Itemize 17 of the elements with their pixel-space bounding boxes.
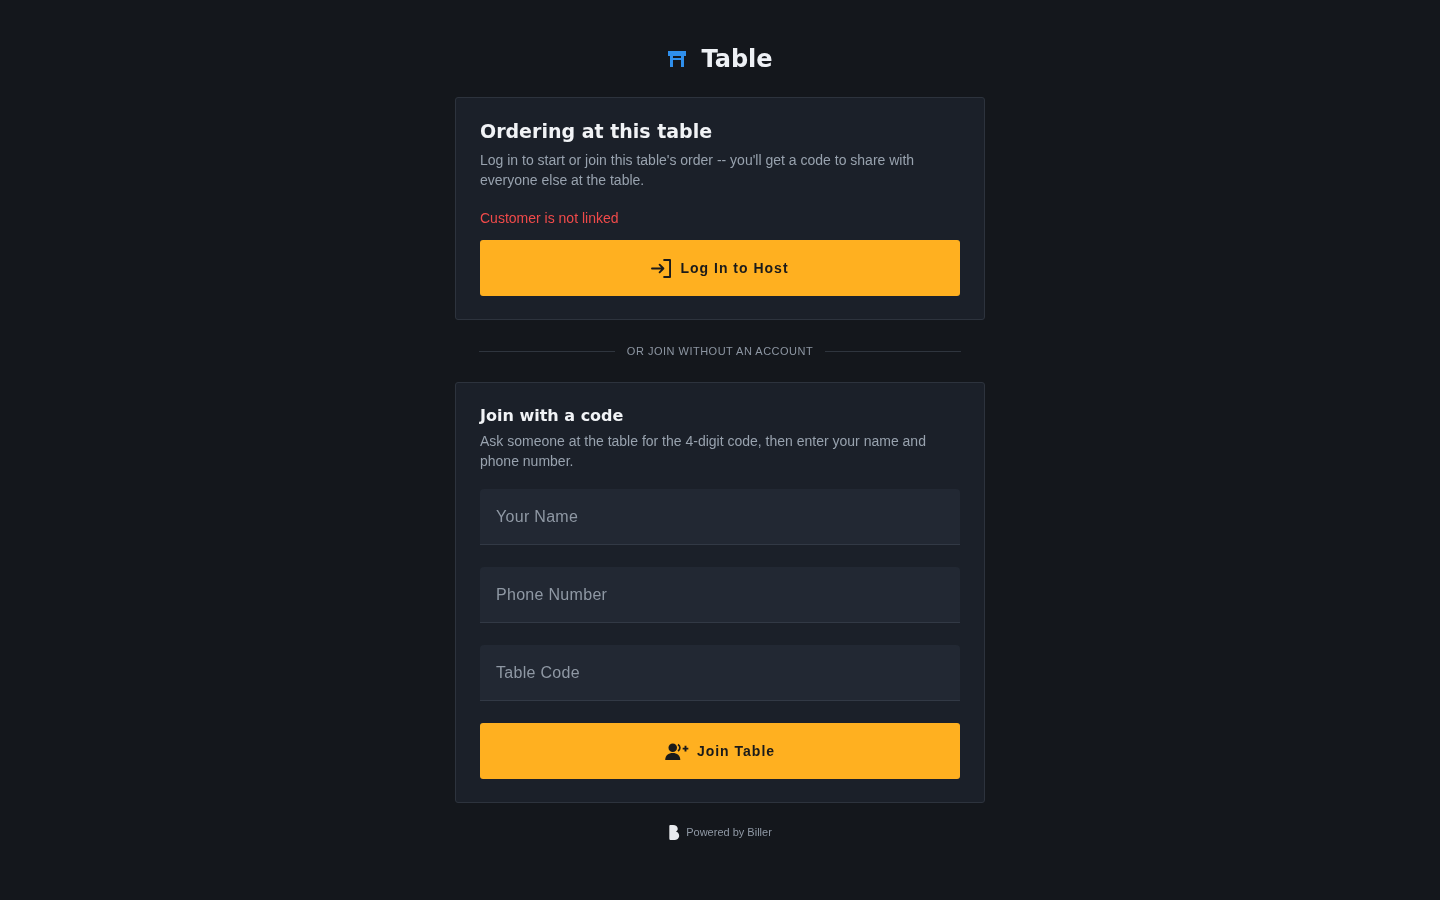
card-title: Ordering at this table <box>480 119 714 144</box>
error-message: Customer is not linked <box>480 209 620 228</box>
divider-label: OR JOIN WITHOUT AN ACCOUNT <box>626 344 814 359</box>
card-description: Ask someone at the table for the 4-digit code, then enter your name and phone number. <box>480 432 927 471</box>
logo-icon <box>668 824 681 840</box>
login-icon <box>651 258 673 278</box>
input-field[interactable]: Your Name <box>480 489 960 545</box>
log-in-button[interactable]: Log In to Host <box>480 240 960 296</box>
card-description: Log in to start or join this table's order -- you'll get a code to share with everyone else at the table. <box>480 151 916 190</box>
join-table-button[interactable]: Join Table <box>480 723 960 779</box>
card-title: Join with a code <box>480 406 625 426</box>
page-title: Table <box>701 45 773 73</box>
user-plus-icon <box>664 742 689 760</box>
table-icon <box>667 51 688 67</box>
input-field[interactable]: Table Code <box>480 645 960 701</box>
input-field[interactable]: Phone Number <box>480 567 960 623</box>
powered-by-text: Powered by Biller <box>686 826 772 838</box>
